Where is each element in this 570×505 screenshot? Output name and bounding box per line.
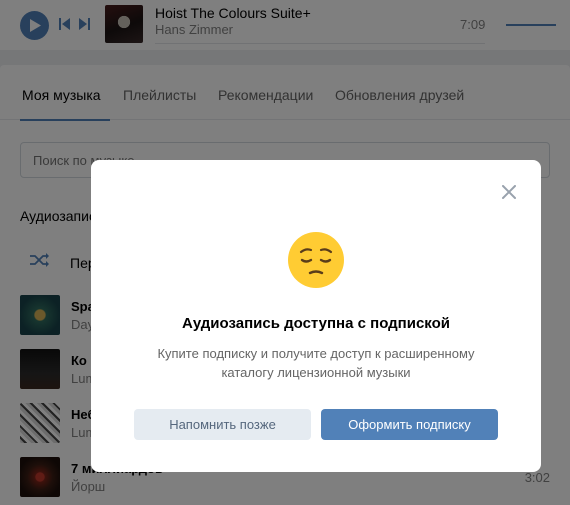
modal-description: Купите подписку и получите доступ к расш…: [157, 346, 475, 380]
modal-title: Аудиозапись доступна с подпиской: [181, 315, 450, 332]
subscription-modal: Аудиозапись доступна с подпиской Купите …: [91, 160, 541, 472]
close-icon[interactable]: [502, 185, 516, 199]
subscribe-button[interactable]: Оформить подписку: [321, 409, 498, 440]
pensive-face-icon: [288, 232, 344, 288]
remind-later-button[interactable]: Напомнить позже: [134, 409, 311, 440]
